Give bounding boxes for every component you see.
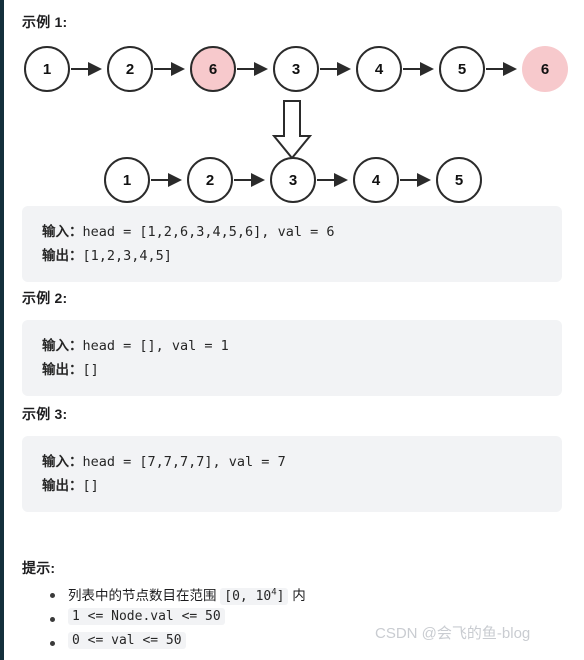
hint-code-post: ] [276, 589, 285, 604]
down-arrow-icon [271, 100, 313, 160]
output-label: 输出： [42, 248, 83, 263]
input-label: 输入： [42, 224, 83, 239]
example-1-input-line: 输入：head = [1,2,6,3,4,5,6], val = 6 [42, 220, 562, 244]
hint-code: 0 <= val <= 50 [68, 632, 186, 649]
input-label: 输入： [42, 454, 83, 469]
node-before-6: 6 [522, 46, 568, 92]
node-before-3: 3 [273, 46, 319, 92]
example-1-output-line: 输出：[1,2,3,4,5] [42, 244, 562, 268]
example-2-input-line: 输入：head = [], val = 1 [42, 334, 562, 358]
input-value: head = [1,2,6,3,4,5,6], val = 6 [82, 224, 335, 240]
hint-item-0: 列表中的节点数目在范围 [0, 104] 内 [0, 584, 584, 608]
output-label: 输出： [42, 478, 83, 493]
output-value: [1,2,3,4,5] [82, 248, 172, 264]
example-3-codeblock: 输入：head = [7,7,7,7], val = 7 输出：[] [22, 436, 562, 512]
example-3-input-line: 输入：head = [7,7,7,7], val = 7 [42, 450, 562, 474]
output-value: [] [82, 362, 99, 378]
problem-content: 示例 1: 1 2 6 3 4 5 6 1 2 3 4 5 输入：head = … [0, 0, 584, 660]
node-after-3: 4 [353, 157, 399, 203]
example-3-output-line: 输出：[] [42, 474, 562, 498]
node-after-4: 5 [436, 157, 482, 203]
node-after-1: 2 [187, 157, 233, 203]
bullet-icon [50, 641, 55, 646]
node-after-2: 3 [270, 157, 316, 203]
bullet-icon [50, 593, 55, 598]
example-2-heading: 示例 2: [22, 290, 68, 306]
node-after-0: 1 [104, 157, 150, 203]
hint-text: 列表中的节点数目在范围 [68, 588, 221, 603]
input-value: head = [7,7,7,7], val = 7 [82, 454, 286, 470]
input-value: head = [], val = 1 [82, 338, 229, 354]
hint-suffix: 内 [288, 588, 306, 603]
output-value: [] [82, 478, 99, 494]
csdn-watermark: CSDN @会飞的鱼-blog [375, 625, 531, 642]
node-before-2: 6 [190, 46, 236, 92]
node-before-5: 5 [439, 46, 485, 92]
node-before-1: 2 [107, 46, 153, 92]
hint-code: 1 <= Node.val <= 50 [68, 608, 225, 625]
example-3-heading: 示例 3: [22, 406, 68, 422]
hints-heading: 提示: [22, 560, 56, 576]
linked-list-diagram: 1 2 6 3 4 5 6 1 2 3 4 5 [0, 34, 584, 204]
node-before-0: 1 [24, 46, 70, 92]
example-1-codeblock: 输入：head = [1,2,6,3,4,5,6], val = 6 输出：[1… [22, 206, 562, 282]
example-2-output-line: 输出：[] [42, 358, 562, 382]
input-label: 输入： [42, 338, 83, 353]
example-1-heading: 示例 1: [22, 14, 68, 30]
hints-list: 列表中的节点数目在范围 [0, 104] 内 1 <= Node.val <= … [0, 584, 584, 656]
hint-code: [0, 104] [220, 588, 289, 605]
node-before-4: 4 [356, 46, 402, 92]
output-label: 输出： [42, 362, 83, 377]
hint-code-pre: [0, 10 [224, 589, 272, 604]
bullet-icon [50, 617, 55, 622]
example-2-codeblock: 输入：head = [], val = 1 输出：[] [22, 320, 562, 396]
